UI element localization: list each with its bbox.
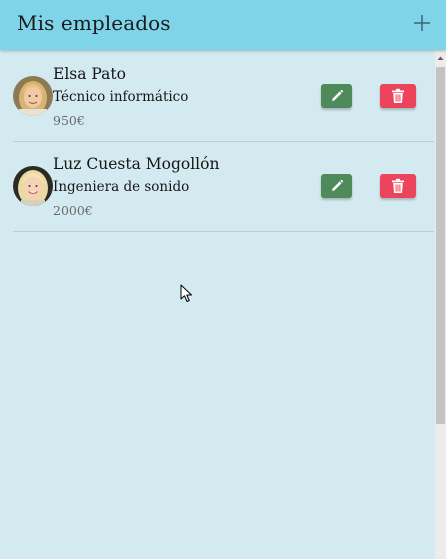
employee-salary: 2000€ [53,203,93,218]
list-item: Luz Cuesta Mogollón Ingeniera de sonido … [13,141,434,232]
delete-button[interactable] [380,84,416,108]
delete-button[interactable] [380,174,416,198]
employee-name: Luz Cuesta Mogollón [53,155,220,173]
avatar [13,166,53,206]
app-window: Mis empleados Elsa Pato Técnico informát… [0,0,446,559]
employee-role: Ingeniera de sonido [53,179,190,195]
pencil-icon [331,89,343,101]
employee-name: Elsa Pato [53,65,126,83]
trash-icon [392,178,404,193]
avatar [13,76,53,116]
edit-button[interactable] [321,174,352,198]
trash-icon [392,88,404,103]
scroll-up-arrow[interactable] [435,50,446,66]
employee-list: Elsa Pato Técnico informático 950€ Luz C… [0,50,435,559]
mouse-cursor-icon [180,284,194,304]
toolbar: Mis empleados [0,0,446,50]
list-item: Elsa Pato Técnico informático 950€ [13,51,434,142]
scrollbar-thumb[interactable] [436,67,445,424]
pencil-icon [331,179,343,191]
add-employee-button[interactable] [412,12,432,34]
edit-button[interactable] [321,84,352,108]
plus-icon [414,15,430,31]
employee-salary: 950€ [53,113,85,128]
employee-role: Técnico informático [53,89,189,105]
vertical-scrollbar[interactable] [435,50,446,559]
page-title: Mis empleados [17,11,171,35]
